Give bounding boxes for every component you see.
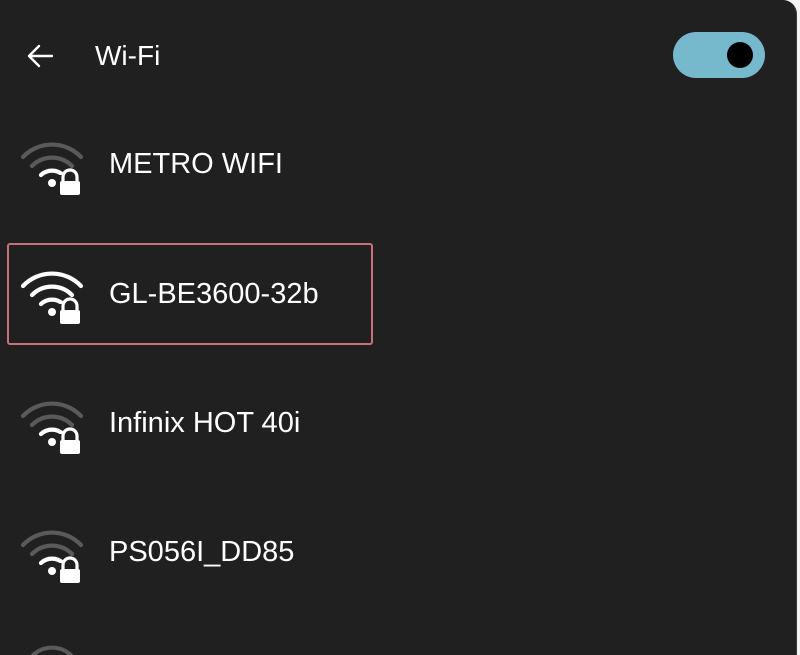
wifi-secured-icon xyxy=(20,271,84,324)
page-title: Wi-Fi xyxy=(95,40,161,71)
network-name: Infinix HOT 40i xyxy=(109,407,301,439)
back-button[interactable] xyxy=(18,36,62,76)
network-name: METRO WIFI xyxy=(109,148,283,180)
network-name: GL-BE3600-32b xyxy=(109,278,319,310)
wifi-secured-icon xyxy=(20,530,84,583)
toggle-knob xyxy=(727,42,753,68)
arrow-left-icon xyxy=(27,44,54,68)
wifi-toggle[interactable] xyxy=(673,32,765,78)
network-item-infinix-hot-40i[interactable]: Infinix HOT 40i xyxy=(7,373,373,475)
network-item-ps056i-dd85[interactable]: PS056I_DD85 xyxy=(7,502,373,604)
wifi-secured-icon xyxy=(20,401,84,454)
wifi-icon-partial xyxy=(30,645,74,655)
network-item-gl-be3600[interactable]: GL-BE3600-32b xyxy=(7,243,373,345)
network-name: PS056I_DD85 xyxy=(109,536,295,568)
wifi-panel: Wi-Fi METRO WIFI GL-BE3600-32b Infinix H… xyxy=(0,0,797,655)
wifi-secured-icon xyxy=(20,142,84,195)
wifi-header: Wi-Fi xyxy=(0,0,796,110)
network-item-metro-wifi[interactable]: METRO WIFI xyxy=(7,114,373,216)
